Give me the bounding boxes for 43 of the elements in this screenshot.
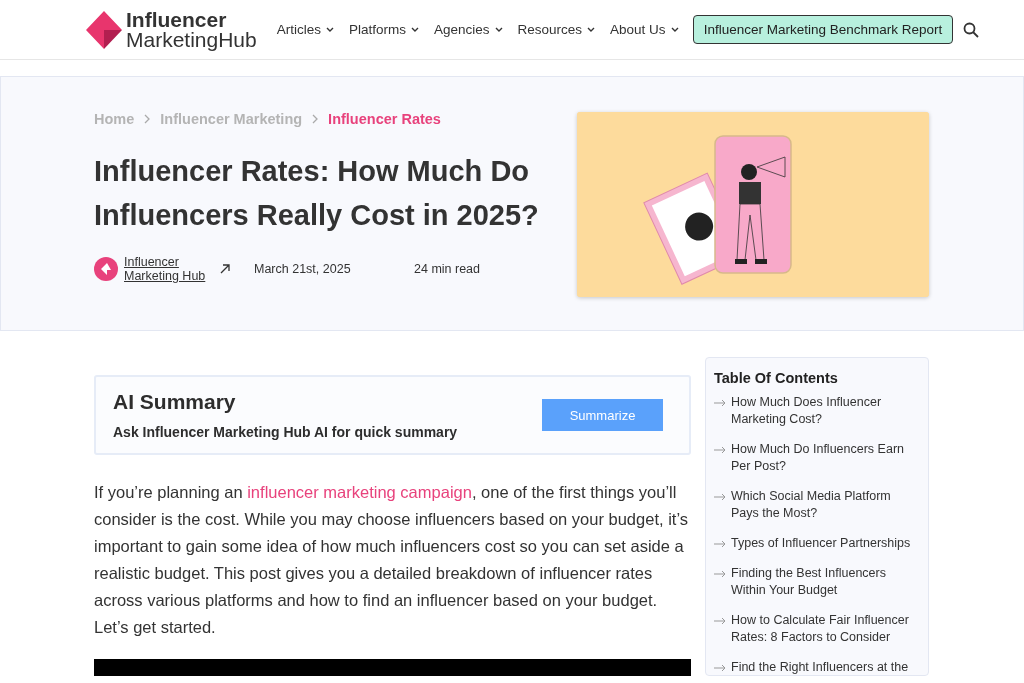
arrow-icon [714, 540, 726, 548]
publish-date: March 21st, 2025 [254, 262, 352, 276]
inline-link[interactable]: influencer marketing campaign [247, 483, 472, 501]
toc-link[interactable]: How Much Does Influencer Marketing Cost? [714, 394, 920, 428]
toc-link[interactable]: Finding the Best Influencers Within Your Budget [714, 565, 920, 599]
nav-link[interactable]: Articles [276, 22, 334, 37]
caret-icon [411, 26, 419, 33]
ai-summary-title: AI Summary [113, 390, 237, 414]
chevron-icon [144, 114, 151, 124]
logo-text: MarketingHub [126, 29, 257, 50]
toc-link[interactable]: How Much Do Influencers Earn Per Post? [714, 441, 920, 475]
article-title: Influencer Rates: How Much Do Influencers Really Cost in 2025? [94, 154, 540, 233]
search-icon[interactable] [963, 21, 980, 38]
toc-title: Table Of Contents [714, 370, 839, 386]
arrow-icon [714, 664, 726, 672]
caret-icon [587, 26, 596, 33]
arrow-icon [714, 446, 726, 454]
breadcrumb-link[interactable]: Influencer Rates [328, 111, 441, 127]
benchmark-report-button[interactable]: Influencer Marketing Benchmark Report [692, 15, 954, 44]
nav-link[interactable]: About Us [610, 22, 679, 37]
author-logo-icon [94, 257, 118, 281]
toc-link[interactable]: How to Calculate Fair Influencer Rates: 8 Factors to Consider [714, 612, 920, 646]
read-time: 24 min read [414, 262, 480, 276]
caret-icon [494, 26, 503, 33]
toc-link[interactable]: Which Social Media Platform Pays the Most? [714, 488, 920, 522]
intro-paragraph: If you’re planning an influencer marketing campaign, one of the first things you’ll consider is the cost. While you may choose influencers based on your budget, it’s important to gain some idea of how much influencers cost so you can set aside a realistic budget. This post gives you a detailed breakdown of influencer rates across various platforms and how to find an influencer based on your budget. Let’s get started. [94, 482, 690, 638]
arrow-icon [714, 617, 726, 625]
caret-icon [670, 26, 679, 33]
caret-icon [326, 26, 334, 33]
author-link[interactable]: Influencer Marketing Hub [124, 255, 214, 283]
arrow-icon [714, 570, 726, 578]
nav-link[interactable]: Agencies [434, 22, 503, 37]
nav-link[interactable]: Platforms [349, 22, 419, 37]
toc-link[interactable]: Find the Right Influencers at the [714, 659, 920, 676]
chevron-icon [312, 114, 319, 124]
logo-text: Influencer [126, 9, 228, 30]
arrow-icon [714, 493, 726, 501]
external-link-icon [220, 264, 230, 274]
arrow-icon [714, 399, 726, 407]
nav-link[interactable]: Resources [517, 22, 596, 37]
logo-icon [86, 10, 122, 49]
toc-link[interactable]: Types of Influencer Partnerships [714, 535, 920, 552]
ai-summary-subtitle: Ask Influencer Marketing Hub AI for quick summary [113, 424, 458, 440]
